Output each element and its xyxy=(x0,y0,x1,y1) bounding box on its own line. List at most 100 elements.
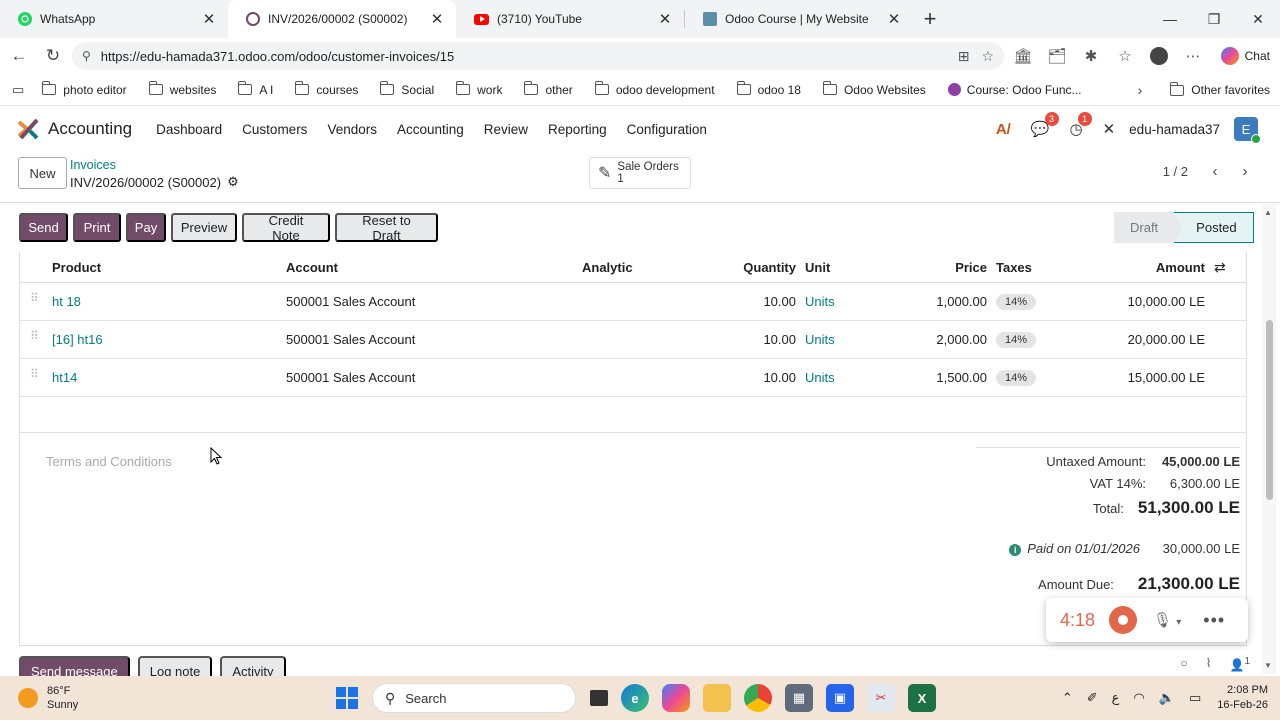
column-settings-icon[interactable]: ⇄ xyxy=(1214,252,1226,282)
weather-widget[interactable]: 86°F Sunny xyxy=(18,684,78,712)
drag-handle-icon[interactable]: ⠿ xyxy=(30,292,39,309)
search-icon[interactable]: ○ xyxy=(1180,656,1187,676)
menu-review[interactable]: Review xyxy=(484,122,528,137)
pay-button[interactable]: Pay xyxy=(126,213,166,242)
site-info-icon[interactable]: ⚲ xyxy=(82,49,91,63)
microphone-icon[interactable]: 🎙 ▾ xyxy=(1153,611,1181,629)
line-account[interactable]: 500001 Sales Account xyxy=(286,359,415,396)
drag-handle-icon[interactable]: ⠿ xyxy=(30,330,39,347)
puzzle-icon[interactable]: ✱ xyxy=(1074,47,1108,65)
table-row[interactable]: ⠿ ht14 500001 Sales Account 10.00 Units … xyxy=(20,359,1246,397)
battery-icon[interactable]: ▭ xyxy=(1189,690,1201,706)
tab-invoice[interactable]: INV/2026/00002 (S00002) ✕ xyxy=(228,0,456,38)
line-quantity[interactable]: 10.00 xyxy=(720,321,796,358)
bookmark-folder[interactable]: work xyxy=(456,81,502,97)
col-analytic[interactable]: Analytic xyxy=(582,252,633,282)
table-row[interactable]: ⠿ ht 18 500001 Sales Account 10.00 Units… xyxy=(20,283,1246,321)
activity-clock-icon[interactable]: ◷ 1 xyxy=(1070,112,1092,138)
chrome-icon[interactable] xyxy=(744,684,772,712)
state-draft[interactable]: Draft xyxy=(1114,212,1175,243)
user-avatar[interactable]: E xyxy=(1234,117,1261,144)
followers-icon[interactable]: 👤1 xyxy=(1229,656,1250,676)
table-row[interactable]: ⠿ [16] ht16 500001 Sales Account 10.00 U… xyxy=(20,321,1246,359)
payment-info[interactable]: i Paid on 01/01/2026 xyxy=(1009,541,1140,556)
line-product[interactable]: ht14 xyxy=(52,359,77,396)
file-explorer-icon[interactable] xyxy=(703,684,731,712)
windows-start-icon[interactable] xyxy=(336,687,358,709)
more-options-icon[interactable]: ••• xyxy=(1203,610,1225,631)
line-account[interactable]: 500001 Sales Account xyxy=(286,283,415,320)
send-message-button[interactable]: Send message xyxy=(19,656,130,676)
chevron-right-icon[interactable]: › xyxy=(1230,163,1260,180)
chevron-left-icon[interactable]: ‹ xyxy=(1200,163,1230,180)
bookmark-folder[interactable]: Social xyxy=(380,81,434,97)
accounting-app-icon[interactable] xyxy=(17,118,39,140)
line-account[interactable]: 500001 Sales Account xyxy=(286,321,415,358)
menu-vendors[interactable]: Vendors xyxy=(327,122,377,137)
back-icon[interactable]: ← xyxy=(2,41,36,71)
tab-youtube[interactable]: (3710) YouTube ✕ xyxy=(456,0,684,38)
send-button[interactable]: Send xyxy=(19,213,68,242)
close-icon[interactable]: ✕ xyxy=(428,10,446,28)
credit-note-button[interactable]: Credit Note xyxy=(242,213,330,243)
more-menu-icon[interactable]: ⋯ xyxy=(1176,47,1210,65)
store-icon[interactable]: ▣ xyxy=(826,684,854,712)
bookmark-folder[interactable]: Odoo Websites xyxy=(822,81,926,97)
col-taxes[interactable]: Taxes xyxy=(996,252,1032,282)
taskbar-clock[interactable]: 2:08 PM 16-Feb-26 xyxy=(1217,683,1268,713)
add-line-row[interactable] xyxy=(20,397,1246,433)
stop-recording-button[interactable] xyxy=(1109,606,1138,634)
activity-button[interactable]: Activity xyxy=(220,656,286,676)
preview-button[interactable]: Preview xyxy=(171,213,237,242)
log-note-button[interactable]: Log note xyxy=(137,656,213,676)
col-price[interactable]: Price xyxy=(900,252,987,282)
line-tax[interactable]: 14% xyxy=(996,321,1037,358)
volume-icon[interactable]: 🔈 xyxy=(1159,690,1175,706)
line-quantity[interactable]: 10.00 xyxy=(720,283,796,320)
line-price[interactable]: 2,000.00 xyxy=(900,321,987,358)
messages-icon[interactable]: 💬 3 xyxy=(1031,112,1059,138)
menu-configuration[interactable]: Configuration xyxy=(627,122,707,137)
col-amount[interactable]: Amount xyxy=(1100,252,1205,282)
menu-dashboard[interactable]: Dashboard xyxy=(156,122,222,137)
col-quantity[interactable]: Quantity xyxy=(720,252,796,282)
tab-whatsapp[interactable]: WhatsApp ✕ xyxy=(0,0,228,38)
line-unit[interactable]: Units xyxy=(805,283,835,320)
chevron-up-icon[interactable]: ⌃ xyxy=(1062,690,1073,706)
menu-accounting[interactable]: Accounting xyxy=(397,122,464,137)
line-price[interactable]: 1,000.00 xyxy=(900,283,987,320)
edge-icon[interactable]: e xyxy=(621,684,649,712)
menu-reporting[interactable]: Reporting xyxy=(548,122,607,137)
bookmark-folder[interactable]: odoo 18 xyxy=(736,81,801,97)
bookmark-folder[interactable]: A I xyxy=(238,81,273,97)
address-bar[interactable]: ⚲ https://edu-hamada371.odoo.com/odoo/cu… xyxy=(72,42,1004,70)
sidebar-toggle-icon[interactable]: ▭ xyxy=(12,82,24,98)
bookmark-folder[interactable]: websites xyxy=(148,81,216,97)
bookmark-folder[interactable]: other xyxy=(524,81,573,97)
app-name[interactable]: Accounting xyxy=(48,119,132,139)
print-button[interactable]: Print xyxy=(73,213,121,242)
line-price[interactable]: 1,500.00 xyxy=(900,359,987,396)
reset-to-draft-button[interactable]: Reset to Draft xyxy=(335,213,438,243)
bookmark-folder[interactable]: odoo development xyxy=(594,81,715,97)
tools-icon[interactable]: ✕ xyxy=(1103,120,1116,138)
line-tax[interactable]: 14% xyxy=(996,359,1037,396)
url-text[interactable]: https://edu-hamada371.odoo.com/odoo/cust… xyxy=(101,49,946,64)
gear-icon[interactable]: ⚙ xyxy=(227,174,239,190)
page-scrollbar[interactable]: ▲ ▼ xyxy=(1262,204,1276,674)
sale-orders-smart-button[interactable]: ✎ Sale Orders 1 xyxy=(589,157,691,189)
info-icon[interactable]: i xyxy=(1009,544,1022,556)
close-icon[interactable]: ✕ xyxy=(200,10,218,28)
excel-icon[interactable]: X xyxy=(908,684,936,712)
profile-avatar-icon[interactable] xyxy=(1142,47,1176,65)
col-product[interactable]: Product xyxy=(52,252,101,282)
tab-odoo-course[interactable]: Odoo Course | My Website ✕ xyxy=(685,0,913,38)
app-install-icon[interactable]: ⊞ xyxy=(958,48,970,65)
line-unit[interactable]: Units xyxy=(805,359,835,396)
close-window-icon[interactable]: ✕ xyxy=(1236,0,1280,38)
bookmark-folder[interactable]: courses xyxy=(295,81,358,97)
bookmark-link[interactable]: Course: Odoo Func... xyxy=(947,83,1082,97)
maximize-icon[interactable]: ❐ xyxy=(1192,0,1236,38)
user-name[interactable]: edu-hamada37 xyxy=(1129,122,1220,137)
col-account[interactable]: Account xyxy=(286,252,338,282)
